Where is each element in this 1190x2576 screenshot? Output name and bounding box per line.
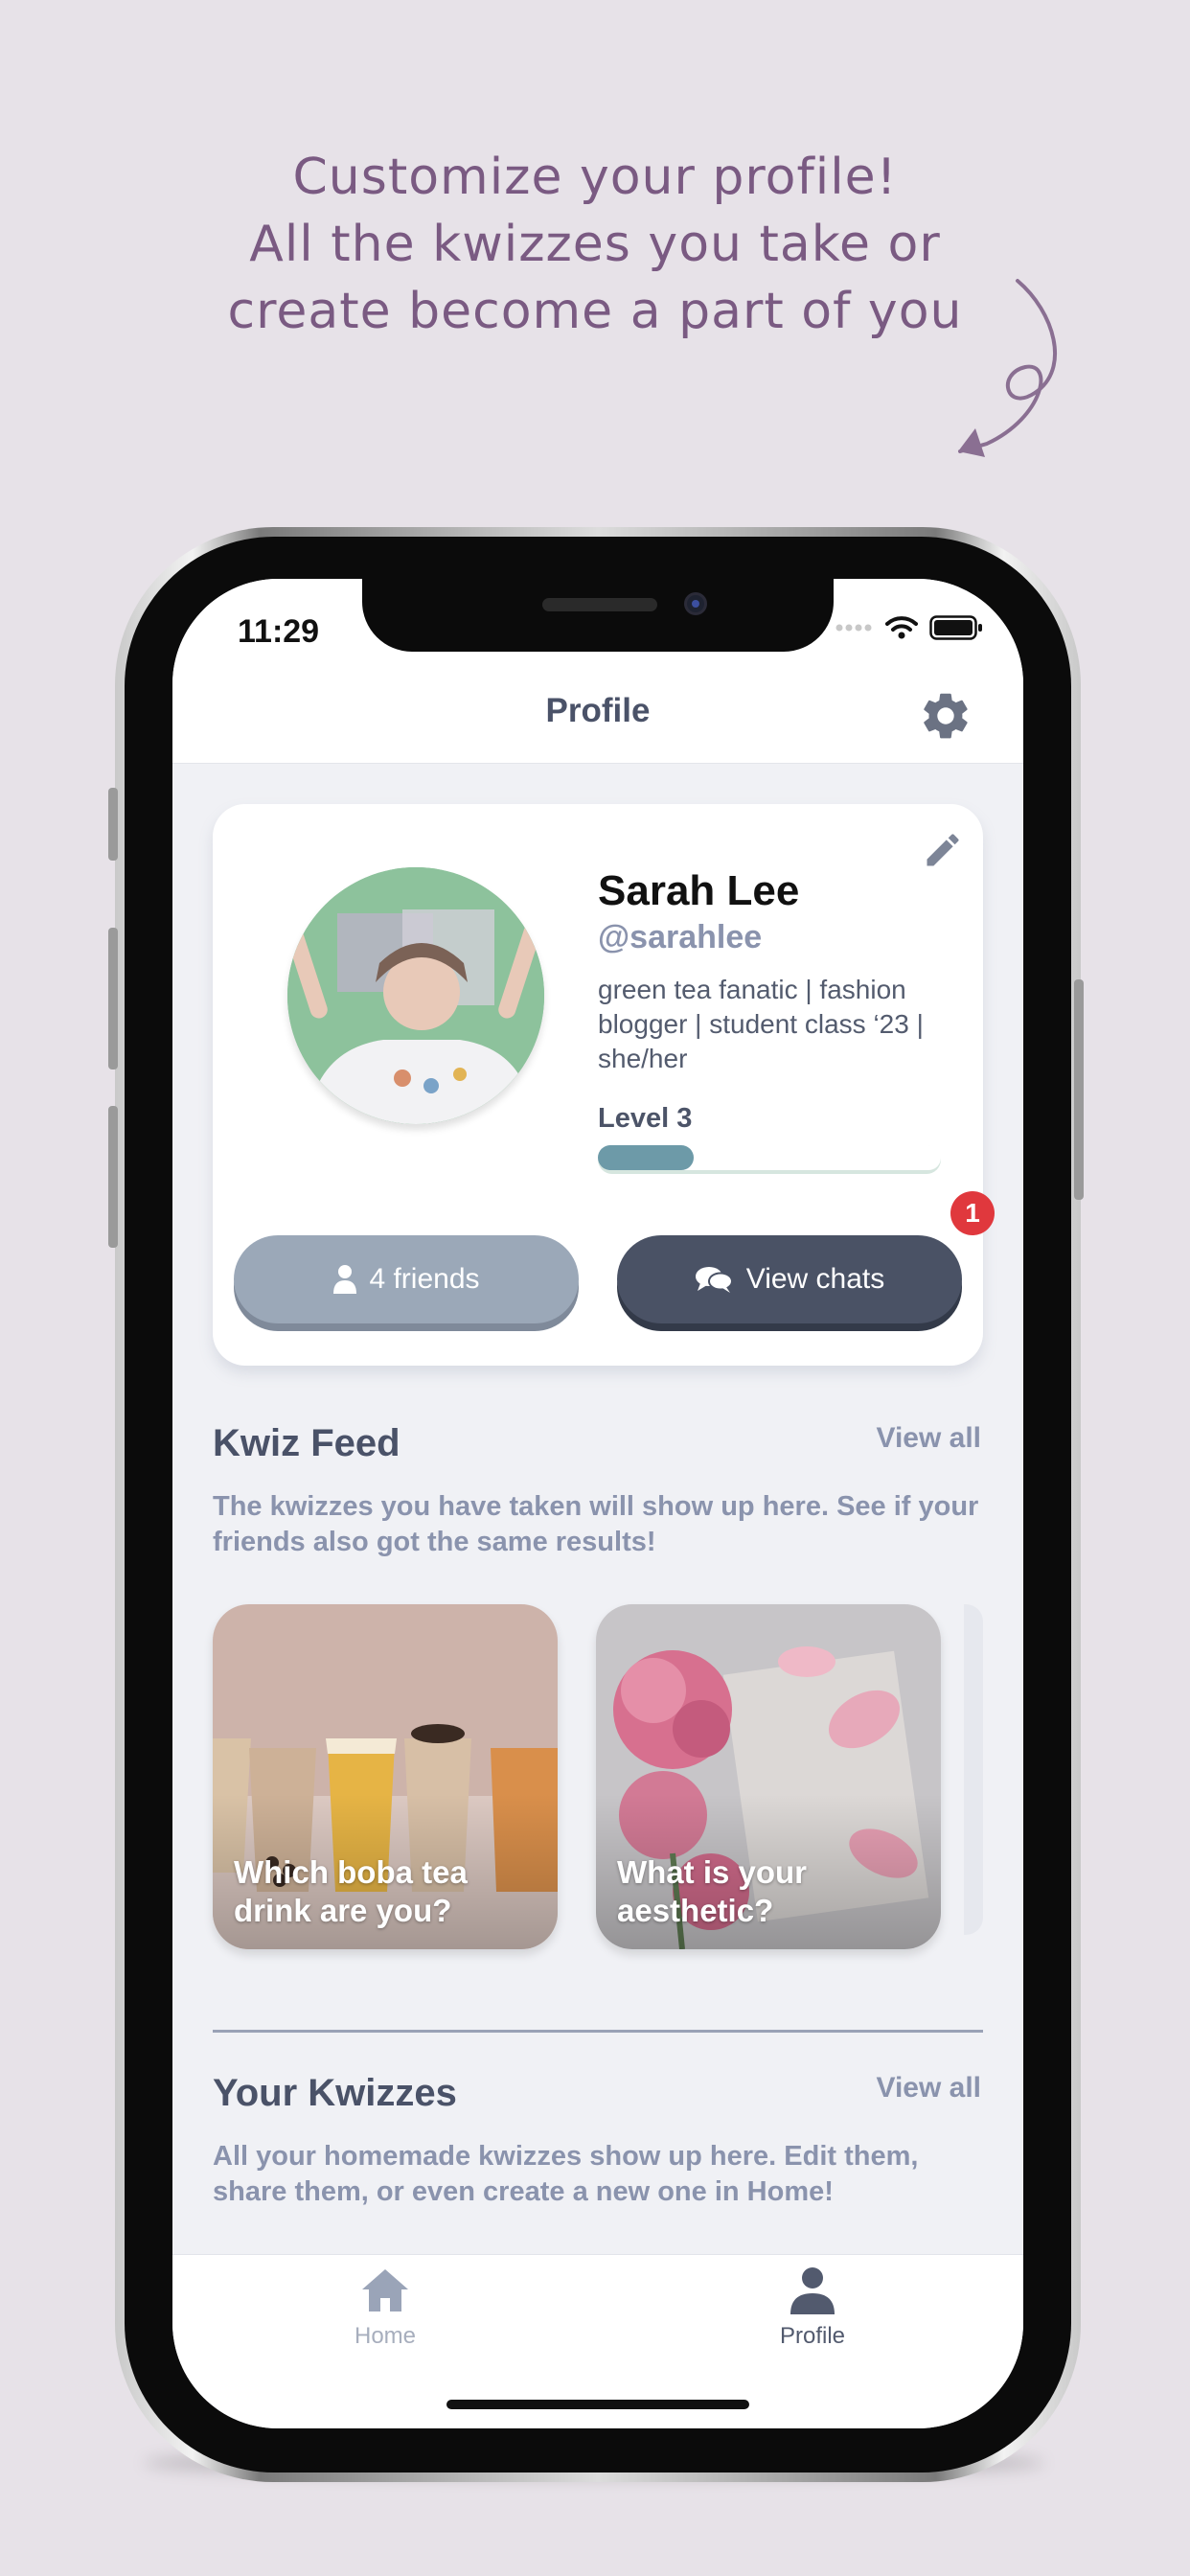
kwiz-feed-view-all-link[interactable]: View all <box>876 1422 981 1455</box>
profile-handle: @sarahlee <box>598 919 763 955</box>
kwiz-feed-description: The kwizzes you have taken will show up … <box>213 1491 979 1557</box>
avatar-photo <box>287 867 544 1124</box>
person-icon <box>333 1265 357 1294</box>
status-time: 11:29 <box>238 613 320 650</box>
level-progress-fill <box>598 1145 694 1170</box>
home-icon <box>362 2269 408 2312</box>
level-label: Level 3 <box>598 1103 693 1134</box>
tab-home[interactable]: Home <box>289 2266 481 2350</box>
friends-button[interactable]: 4 friends <box>234 1235 579 1323</box>
speaker-grille <box>542 598 657 611</box>
promo-line-2: All the kwizzes you take or <box>249 216 941 273</box>
kwiz-feed-title: Kwiz Feed <box>213 1422 400 1464</box>
page-title: Profile <box>545 692 651 729</box>
curly-arrow-icon <box>958 279 1058 457</box>
your-kwizzes-view-all-link[interactable]: View all <box>876 2072 981 2104</box>
profile-bio: green tea fanatic | fashion blogger | st… <box>598 975 924 1073</box>
kwiz-card-aesthetic-label: What is your aesthetic? <box>617 1854 808 1928</box>
nav-bar: Profile <box>172 659 1023 764</box>
kwiz-card-boba-label: Which boba tea drink are you? <box>234 1854 468 1928</box>
phone-screen: 11:29 Profile Sarah Lee @sarahlee green … <box>172 579 1023 2428</box>
tab-profile-label: Profile <box>779 2323 846 2349</box>
front-camera <box>684 592 707 615</box>
kwiz-card-boba[interactable]: Which boba tea drink are you? <box>213 1604 558 1949</box>
your-kwizzes-description: All your homemade kwizzes show up here. … <box>213 2141 919 2207</box>
home-indicator <box>446 2400 749 2409</box>
view-chats-button-label: View chats <box>745 1263 885 1295</box>
avatar[interactable] <box>287 867 544 1124</box>
volume-up-button <box>108 928 118 1070</box>
mute-switch <box>108 788 118 861</box>
your-kwizzes-title: Your Kwizzes <box>213 2072 457 2114</box>
cellular-signal-icon <box>835 624 872 632</box>
power-button <box>1074 979 1084 1200</box>
battery-icon <box>929 615 982 640</box>
profile-card: Sarah Lee @sarahlee green tea fanatic | … <box>213 804 995 1366</box>
section-divider <box>213 2030 983 2033</box>
view-chats-button[interactable]: View chats <box>617 1235 962 1323</box>
pencil-edit-icon[interactable] <box>922 829 964 871</box>
person-icon <box>790 2267 835 2314</box>
next-tile-peek <box>964 1604 983 1935</box>
notch <box>362 579 834 652</box>
kwiz-card-aesthetic[interactable]: What is your aesthetic? <box>596 1604 941 1949</box>
volume-down-button <box>108 1106 118 1248</box>
wifi-icon <box>885 616 918 639</box>
tab-home-label: Home <box>354 2323 417 2349</box>
chat-bubbles-icon <box>695 1267 733 1293</box>
status-icons <box>835 615 983 640</box>
tab-profile[interactable]: Profile <box>717 2266 908 2350</box>
friends-button-label: 4 friends <box>369 1263 480 1295</box>
promo-line-1: Customize your profile! <box>292 149 898 206</box>
chats-notification-badge: 1 <box>950 1191 995 1235</box>
gear-icon[interactable] <box>918 688 973 744</box>
profile-name: Sarah Lee <box>598 867 800 914</box>
